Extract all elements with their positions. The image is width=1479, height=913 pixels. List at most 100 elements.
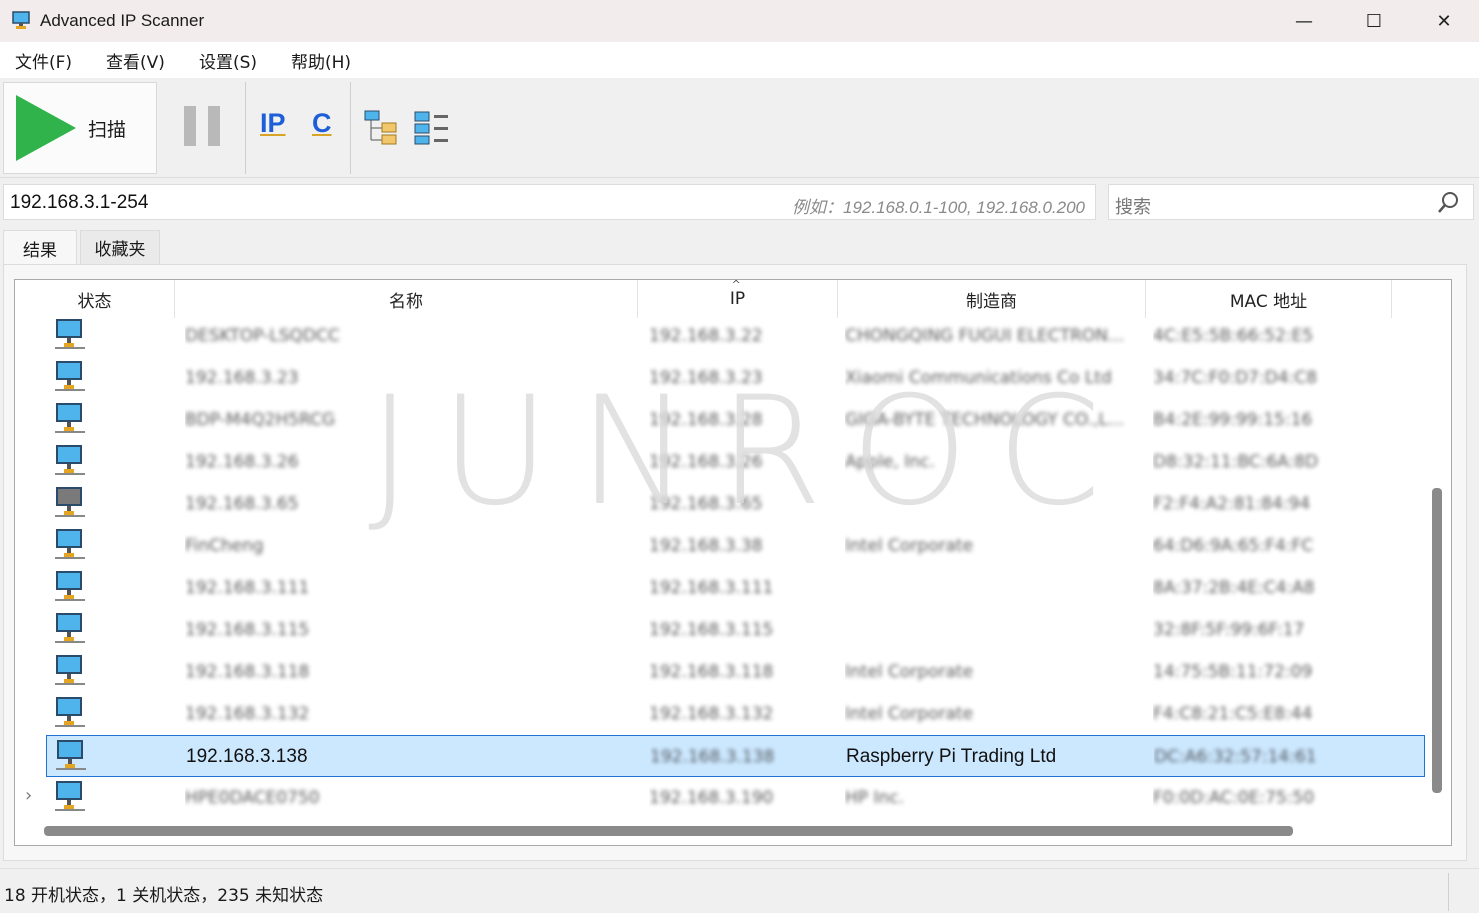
cell-vendor: Intel Corporate xyxy=(845,651,1140,693)
cell-name-text: 192.168.3.23 xyxy=(185,368,299,388)
cell-name-text: 192.168.3.111 xyxy=(185,578,310,598)
scan-button[interactable]: 扫描 xyxy=(3,82,157,174)
cell-vendor: Intel Corporate xyxy=(845,693,1140,735)
expand-chevron-icon[interactable]: › xyxy=(25,785,32,806)
pause-button[interactable] xyxy=(184,106,220,146)
results-table[interactable]: 状态 名称 ^ IP 制造商 MAC 地址 DESKTOP-LSQDCC 192.… xyxy=(14,279,1452,846)
cell-mac-text: D8:32:11:BC:6A:8D xyxy=(1153,452,1319,472)
horizontal-scrollbar[interactable] xyxy=(44,826,1293,836)
table-row[interactable]: 192.168.3.111 192.168.3.111 8A:37:2B:4E:C4… xyxy=(15,567,1425,609)
cell-ip-text: 192.168.3.22 xyxy=(649,326,763,346)
c-subnet-icon[interactable]: C xyxy=(312,108,332,139)
table-row[interactable]: 192.168.3.118 192.168.3.118 Intel Corporat… xyxy=(15,651,1425,693)
cell-ip-text: 192.168.3.26 xyxy=(649,452,763,472)
search-input[interactable]: 搜索 xyxy=(1108,184,1474,220)
cell-vendor-text: Intel Corporate xyxy=(845,704,974,724)
cell-name: 192.168.3.65 xyxy=(185,483,625,525)
table-row[interactable]: BDP-M4Q2H5RCG 192.168.3.28 GIGA-BYTE TECHN… xyxy=(15,399,1425,441)
cell-vendor xyxy=(845,609,1140,651)
cell-ip: 192.168.3.65 xyxy=(649,483,829,525)
cell-name: 192.168.3.132 xyxy=(185,693,625,735)
cell-ip: 192.168.3.138 xyxy=(650,736,830,778)
pause-icon xyxy=(184,106,196,146)
computer-offline-icon xyxy=(55,487,85,519)
tab-results[interactable]: 结果 xyxy=(3,230,77,265)
computer-online-icon xyxy=(55,361,85,393)
toolbar-divider xyxy=(350,82,351,174)
cell-mac: DC:A6:32:57:14:61 xyxy=(1154,736,1394,778)
cell-name-text: 192.168.3.132 xyxy=(185,704,310,724)
cell-ip: 192.168.3.22 xyxy=(649,315,829,357)
ip-range-value: 192.168.3.1-254 xyxy=(10,192,149,213)
cell-vendor-text: GIGA-BYTE TECHNOLOGY CO.,L... xyxy=(845,410,1125,430)
maximize-button[interactable]: ☐ xyxy=(1339,0,1409,42)
tab-favorites[interactable]: 收藏夹 xyxy=(80,230,160,264)
table-row[interactable]: 192.168.3.26 192.168.3.26 Apple, Inc. D8:32… xyxy=(15,441,1425,483)
cell-vendor: Raspberry Pi Trading Ltd xyxy=(846,736,1141,778)
table-row[interactable]: DESKTOP-LSQDCC 192.168.3.22 CHONGQING FUGU… xyxy=(15,315,1425,357)
computer-online-icon xyxy=(55,781,85,813)
cell-ip: 192.168.3.115 xyxy=(649,609,829,651)
ip-icon[interactable]: IP xyxy=(260,108,286,139)
column-ip[interactable]: ^ IP xyxy=(638,280,838,318)
menu-view[interactable]: 查看(V) xyxy=(89,48,182,73)
cell-name: FinCheng xyxy=(185,525,625,567)
cell-name: HPE0DACE0750 xyxy=(185,777,625,819)
table-row[interactable]: FinCheng 192.168.3.38 Intel Corporate 64:D6… xyxy=(15,525,1425,567)
table-row[interactable]: 192.168.3.115 192.168.3.115 32:8F:5F:99:6F… xyxy=(15,609,1425,651)
minimize-button[interactable]: — xyxy=(1269,0,1339,42)
tree-view-icon[interactable] xyxy=(364,110,400,146)
computer-online-icon xyxy=(55,697,85,729)
column-vendor[interactable]: 制造商 xyxy=(838,280,1146,318)
cell-ip-text: 192.168.3.132 xyxy=(649,704,774,724)
cell-name: 192.168.3.138 xyxy=(186,736,626,778)
table-row[interactable]: › HPE0DACE0750 192.168.3.190 HP Inc. F0:0D:A… xyxy=(15,777,1425,819)
cell-mac: F0:0D:AC:0E:75:50 xyxy=(1153,777,1393,819)
cell-name: 192.168.3.118 xyxy=(185,651,625,693)
cell-mac-text: F0:0D:AC:0E:75:50 xyxy=(1153,788,1315,808)
cell-ip: 192.168.3.118 xyxy=(649,651,829,693)
menu-help[interactable]: 帮助(H) xyxy=(274,48,368,73)
column-name[interactable]: 名称 xyxy=(175,280,638,318)
cell-vendor: GIGA-BYTE TECHNOLOGY CO.,L... xyxy=(845,399,1140,441)
table-row[interactable]: 192.168.3.138 192.168.3.138 Raspberry Pi T… xyxy=(46,735,1425,777)
cell-mac: 14:75:5B:11:72:09 xyxy=(1153,651,1393,693)
menu-bar: 文件(F) 查看(V) 设置(S) 帮助(H) xyxy=(0,42,1479,78)
ip-range-input[interactable]: 192.168.3.1-254 例如：192.168.0.1-100, 192.… xyxy=(3,184,1096,220)
cell-mac-text: 14:75:5B:11:72:09 xyxy=(1153,662,1313,682)
cell-mac: 4C:E5:5B:66:52:E5 xyxy=(1153,315,1393,357)
ip-range-hint: 例如：192.168.0.1-100, 192.168.0.200 xyxy=(792,198,1085,217)
menu-file[interactable]: 文件(F) xyxy=(0,48,89,73)
cell-vendor-text: Intel Corporate xyxy=(845,662,974,682)
cell-mac-text: F4:C8:21:C5:E8:44 xyxy=(1153,704,1313,724)
resize-grip[interactable] xyxy=(1448,873,1449,911)
close-button[interactable]: ✕ xyxy=(1409,0,1479,42)
cell-ip: 192.168.3.132 xyxy=(649,693,829,735)
table-row[interactable]: 192.168.3.23 192.168.3.23 Xiaomi Communica… xyxy=(15,357,1425,399)
cell-ip: 192.168.3.23 xyxy=(649,357,829,399)
cell-name-text: 192.168.3.118 xyxy=(185,662,310,682)
scan-label: 扫描 xyxy=(88,118,127,141)
table-row[interactable]: 192.168.3.65 192.168.3.65 F2:F4:A2:81:84:9… xyxy=(15,483,1425,525)
computer-online-icon xyxy=(55,445,85,477)
vertical-scrollbar[interactable] xyxy=(1432,488,1442,793)
table-row[interactable]: 192.168.3.132 192.168.3.132 Intel Corporat… xyxy=(15,693,1425,735)
cell-vendor-text: Xiaomi Communications Co Ltd xyxy=(845,368,1112,388)
column-status[interactable]: 状态 xyxy=(15,280,175,318)
cell-mac-text: B4:2E:99:99:15:16 xyxy=(1153,410,1313,430)
column-mac[interactable]: MAC 地址 xyxy=(1146,280,1392,318)
list-view-icon[interactable] xyxy=(414,110,450,146)
cell-name: 192.168.3.115 xyxy=(185,609,625,651)
cell-mac-text: 34:7C:F0:D7:D4:C8 xyxy=(1153,368,1318,388)
cell-name: BDP-M4Q2H5RCG xyxy=(185,399,625,441)
cell-name: 192.168.3.23 xyxy=(185,357,625,399)
cell-ip-text: 192.168.3.23 xyxy=(649,368,763,388)
cell-ip-text: 192.168.3.138 xyxy=(650,747,775,767)
cell-vendor: Xiaomi Communications Co Ltd xyxy=(845,357,1140,399)
cell-name-text: DESKTOP-LSQDCC xyxy=(185,326,340,346)
menu-settings[interactable]: 设置(S) xyxy=(182,48,274,73)
status-text: 18 开机状态，1 关机状态，235 未知状态 xyxy=(4,886,324,906)
cell-mac: F2:F4:A2:81:84:94 xyxy=(1153,483,1393,525)
title-bar: Advanced IP Scanner — ☐ ✕ xyxy=(0,0,1479,42)
search-icon[interactable] xyxy=(1437,191,1459,215)
